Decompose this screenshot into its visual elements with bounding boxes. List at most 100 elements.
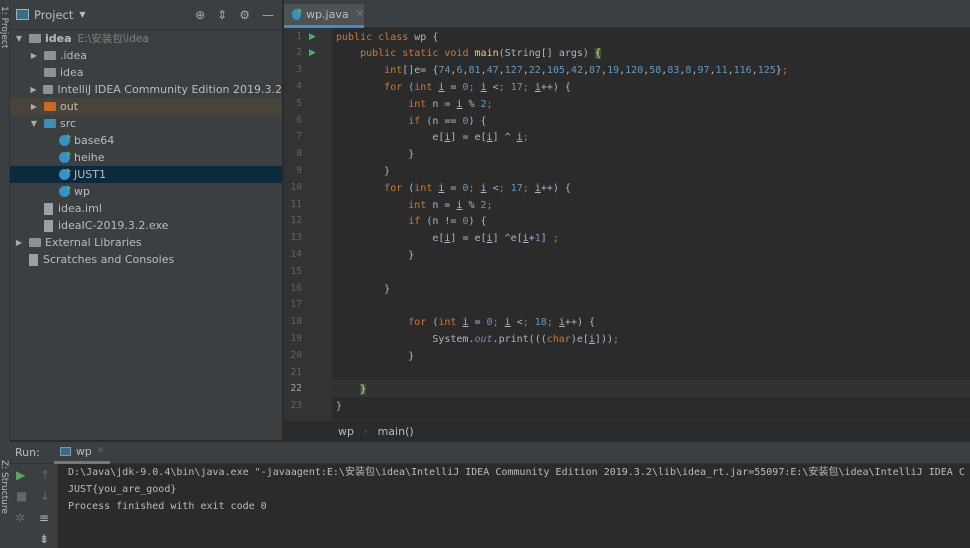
expand-arrow-icon[interactable]: ▶ [14, 238, 24, 247]
tree-item[interactable]: ▶ External Libraries [10, 234, 282, 251]
close-icon[interactable]: ✕ [356, 9, 364, 20]
line-number: 5 [296, 97, 302, 109]
line-number: 1 [296, 30, 302, 42]
chevron-down-icon[interactable]: ▼ [79, 10, 85, 19]
line-number: 18 [290, 316, 302, 328]
tree-item[interactable]: JUST1 [10, 166, 282, 183]
arrow-down-icon[interactable]: ↓ [40, 489, 50, 503]
tree-item[interactable]: ▼ idea E:\安装包\idea [10, 30, 282, 47]
locate-icon[interactable]: ⊕ [195, 8, 205, 22]
breadcrumb-method[interactable]: main() [378, 425, 414, 438]
code-line[interactable]: int n = i % 2; [336, 96, 492, 113]
soft-wrap-icon[interactable]: ≡ [39, 511, 49, 525]
code-line[interactable]: } [336, 146, 414, 163]
tree-item[interactable]: wp [10, 183, 282, 200]
line-number: 19 [290, 332, 302, 344]
line-number: 16 [290, 282, 302, 294]
file-icon [44, 202, 53, 215]
tab-label: wp.java [306, 8, 349, 21]
code-line[interactable]: if (n == 0) { [336, 113, 486, 130]
expand-arrow-icon[interactable]: ▼ [14, 34, 24, 43]
project-view-icon [16, 9, 29, 20]
run-panel-header: Run: wp ✕ [10, 442, 970, 464]
tree-item[interactable]: idea [10, 64, 282, 81]
code-line[interactable]: if (n != 0) { [336, 213, 486, 230]
expand-arrow-icon[interactable]: ▶ [29, 51, 39, 60]
code-line[interactable]: int[]e= {74,6,81,47,127,22,105,42,87,19,… [336, 62, 788, 79]
hide-icon[interactable]: — [262, 8, 274, 22]
line-number: 4 [296, 80, 302, 92]
code-line[interactable]: e[i] = e[i] ^e[i+1] ; [336, 230, 559, 247]
project-panel: Project ▼ ⊕ ⇕ ⚙ — ▼ idea E:\安装包\idea ▶ .idea… [10, 0, 283, 440]
code-line[interactable]: } [336, 398, 342, 415]
tree-item-label: idea.iml [58, 202, 102, 215]
line-number: 8 [296, 148, 302, 160]
tree-item[interactable]: Scratches and Consoles [10, 251, 282, 268]
tree-item[interactable]: base64 [10, 132, 282, 149]
editor-gutter: 1 ▶ 2 ▶ 3 4 5 6 7 8 9 10 11 12 13 14 15 16 17 18 19 20 21 22 23 [284, 28, 332, 420]
line-number: 12 [290, 215, 302, 227]
console-output[interactable]: D:\Java\jdk-9.0.4\bin\java.exe "-javaage… [68, 464, 965, 515]
tab-wp-java[interactable]: wp.java ✕ [284, 4, 364, 28]
line-number: 23 [290, 400, 302, 412]
tree-item[interactable]: ▼ src [10, 115, 282, 132]
code-line[interactable]: public class wp { [336, 29, 438, 46]
code-line[interactable]: int n = i % 2; [336, 197, 492, 214]
expand-arrow-icon[interactable]: ▼ [29, 119, 39, 128]
tree-item[interactable]: ▶ IntelliJ IDEA Community Edition 2019.3.… [10, 81, 282, 98]
expand-arrow-icon[interactable]: ▶ [29, 102, 39, 111]
class-icon [59, 134, 71, 146]
tree-item[interactable]: ideaIC-2019.3.2.exe [10, 217, 282, 234]
java-class-icon [292, 8, 303, 20]
run-toolbar: ▶ ■ ✲ ↑ ↓ ≡ ⇟ [10, 464, 58, 548]
scroll-to-end-icon[interactable]: ⇟ [39, 532, 49, 546]
code-line[interactable]: } [336, 163, 390, 180]
code-line[interactable]: System.out.print(((char)e[i])); [336, 331, 619, 348]
line-number: 14 [290, 248, 302, 260]
tree-item[interactable]: ▶ .idea [10, 47, 282, 64]
tree-item-label: src [60, 117, 77, 130]
project-view-selector[interactable]: Project [34, 8, 73, 22]
class-icon [59, 151, 71, 163]
code-line[interactable]: } [336, 348, 414, 365]
project-tool-tab[interactable]: 1: Project [0, 6, 9, 48]
breadcrumb-class[interactable]: wp [338, 425, 354, 438]
code-line[interactable]: for (int i = 0; i <; 17; i++) { [336, 180, 571, 197]
line-number: 21 [290, 366, 302, 378]
code-line[interactable]: for (int i = 0; i <; 18; i++) { [336, 314, 595, 331]
stop-icon[interactable]: ■ [16, 489, 27, 503]
run-tab-wp[interactable]: wp ✕ [53, 442, 111, 464]
tree-item[interactable]: heihe [10, 149, 282, 166]
scratch-icon [29, 253, 38, 266]
structure-tool-tab[interactable]: Z: Structure [0, 460, 9, 514]
folder-icon [42, 85, 54, 94]
breadcrumb-separator-icon: › [363, 426, 368, 437]
folder-blue-icon [44, 119, 56, 128]
code-line[interactable]: } [336, 247, 414, 264]
tree-item[interactable]: idea.iml [10, 200, 282, 217]
run-gutter-icon[interactable]: ▶ [309, 32, 316, 42]
tree-item[interactable]: ▶ out [10, 98, 282, 115]
line-number: 11 [290, 198, 302, 210]
gear-icon[interactable]: ⚙ [239, 8, 250, 22]
line-number: 17 [290, 299, 302, 311]
tree-item-label: Scratches and Consoles [43, 253, 175, 266]
code-line[interactable]: e[i] = e[i] ^ i; [336, 129, 528, 146]
collapse-all-icon[interactable]: ⇕ [217, 8, 227, 22]
breadcrumb: wp › main() [284, 420, 970, 442]
run-gutter-icon[interactable]: ▶ [309, 48, 316, 58]
code-editor[interactable]: public class wp { public static void mai… [336, 28, 970, 420]
tree-item-label: out [60, 100, 79, 113]
code-line[interactable]: } [336, 381, 367, 398]
code-line[interactable]: for (int i = 0; i <; 17; i++) { [336, 79, 571, 96]
folder-orange-icon [44, 102, 56, 111]
debug-icon[interactable]: ✲ [15, 511, 25, 525]
expand-arrow-icon[interactable]: ▶ [29, 85, 38, 94]
arrow-up-icon[interactable]: ↑ [40, 468, 50, 482]
rerun-icon[interactable]: ▶ [16, 468, 25, 482]
code-line[interactable]: public static void main(String[] args) { [336, 45, 601, 62]
line-number: 9 [296, 164, 302, 176]
code-line[interactable]: } [336, 281, 390, 298]
close-icon[interactable]: ✕ [97, 446, 105, 456]
console-line-command: D:\Java\jdk-9.0.4\bin\java.exe "-javaage… [68, 467, 965, 478]
